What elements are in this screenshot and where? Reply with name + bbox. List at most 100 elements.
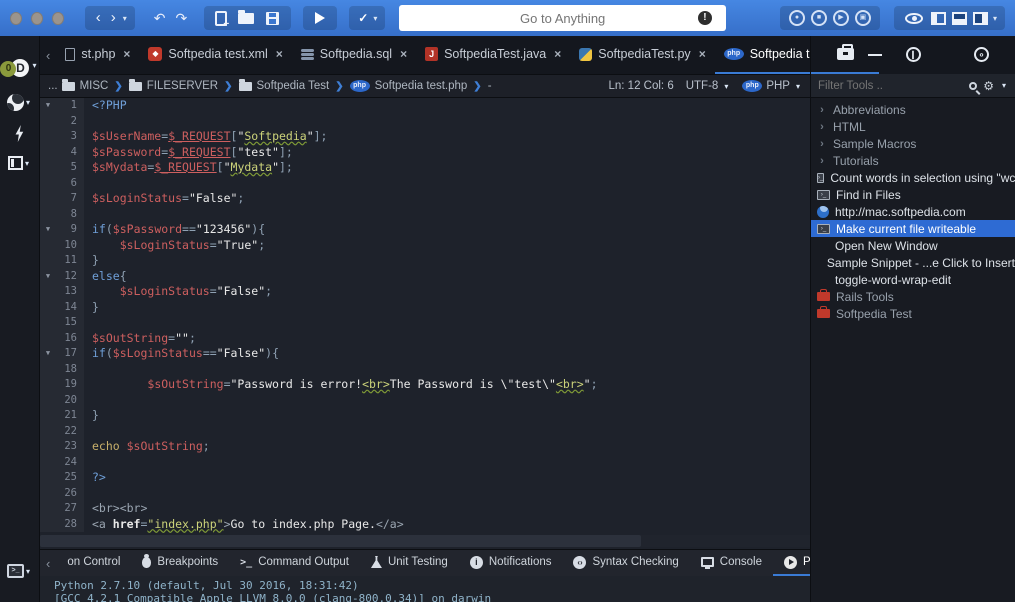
scrollbar-thumb[interactable]: [40, 535, 641, 547]
tool-item-toggle-word-wrap-edit[interactable]: toggle-word-wrap-edit: [811, 271, 1015, 288]
bottom-tab-breakpoints[interactable]: Breakpoints: [131, 550, 229, 576]
editor-tab-st-php[interactable]: st.php×: [56, 36, 139, 74]
macro-save-icon[interactable]: ▣: [855, 10, 871, 26]
terminal-button[interactable]: >_ ▾: [7, 564, 32, 578]
fold-arrow-icon[interactable]: ▼: [40, 346, 56, 362]
panel-toggle-button[interactable]: ▾: [8, 156, 31, 170]
code-text[interactable]: echo $sOutString;: [84, 439, 210, 455]
code-text[interactable]: $sLoginStatus="True";: [84, 238, 265, 254]
filter-tools-input[interactable]: [818, 80, 963, 92]
save-icon[interactable]: [266, 12, 279, 25]
code-text[interactable]: $sPassword=$_REQUEST["test"];: [84, 145, 293, 161]
gear-caret-icon[interactable]: ▾: [1000, 81, 1008, 90]
fold-arrow-icon[interactable]: ▼: [40, 269, 56, 285]
tool-item-open-new-window[interactable]: Open New Window: [811, 237, 1015, 254]
minimize-window-button[interactable]: [31, 12, 43, 25]
bottom-tab-console[interactable]: Console: [690, 550, 773, 576]
nav-history-caret-icon[interactable]: ▾: [121, 14, 129, 23]
code-text[interactable]: }: [84, 408, 99, 424]
close-tab-icon[interactable]: ×: [554, 47, 561, 61]
places-button[interactable]: ▾: [7, 94, 32, 111]
editor-tab-softpediatest-java[interactable]: SoftpediaTest.java×: [416, 36, 570, 74]
tool-item-make-current-file-writeable[interactable]: Make current file writeable: [811, 220, 1015, 237]
breadcrumb-item-fileserver[interactable]: FILESERVER: [129, 80, 218, 92]
code-text[interactable]: [84, 176, 92, 192]
bottom-tab-syntax-checking[interactable]: ‹›Syntax Checking: [562, 550, 689, 576]
horizontal-scrollbar[interactable]: [40, 535, 810, 547]
close-tab-icon[interactable]: ×: [400, 47, 407, 61]
code-text[interactable]: $sOutString="";: [84, 331, 196, 347]
maximize-window-button[interactable]: [52, 12, 64, 25]
bottom-tab-on-control[interactable]: on Control: [56, 550, 131, 576]
code-text[interactable]: if($sLoginStatus=="False"){: [84, 346, 279, 362]
tool-item-rails-tools[interactable]: Rails Tools: [811, 288, 1015, 305]
komodo-caret-icon[interactable]: ▾: [30, 61, 38, 70]
editor-tab-softpediatest-py[interactable]: SoftpediaTest.py×: [570, 36, 714, 74]
tool-item-softpedia-test[interactable]: Softpedia Test: [811, 305, 1015, 322]
macro-play-icon[interactable]: ▶: [833, 10, 849, 26]
close-tab-icon[interactable]: ×: [123, 47, 130, 61]
search-info-icon[interactable]: !: [698, 11, 712, 25]
quick-actions-button[interactable]: [14, 125, 25, 142]
new-file-icon[interactable]: [215, 11, 227, 26]
panel-caret-icon[interactable]: ▾: [23, 159, 31, 168]
code-text[interactable]: $sLoginStatus="False";: [84, 284, 272, 300]
language-selector[interactable]: PHP ▾: [742, 80, 802, 92]
terminal-caret-icon[interactable]: ▾: [24, 567, 32, 576]
sync-panel-tab[interactable]: ❙: [879, 36, 947, 74]
gear-icon[interactable]: ⚙: [983, 79, 994, 93]
toggle-bottom-pane-icon[interactable]: [952, 12, 967, 25]
code-text[interactable]: [84, 362, 92, 378]
macro-record-icon[interactable]: ●: [789, 10, 805, 26]
code-text[interactable]: }: [84, 253, 99, 269]
close-tab-icon[interactable]: ×: [276, 47, 283, 61]
bottom-tab-unit-testing[interactable]: Unit Testing: [360, 550, 459, 576]
encoding-selector[interactable]: UTF-8 ▾: [686, 80, 731, 92]
code-text[interactable]: if($sPassword=="123456"){: [84, 222, 265, 238]
line-col-indicator[interactable]: Ln: 12 Col: 6: [609, 80, 674, 92]
code-text[interactable]: [84, 315, 92, 331]
places-caret-icon[interactable]: ▾: [24, 98, 32, 107]
code-text[interactable]: $sUserName=$_REQUEST["Softpedia"];: [84, 129, 327, 145]
tool-item-http-mac-softpedia-com[interactable]: http://mac.softpedia.com: [811, 203, 1015, 220]
code-text[interactable]: ?>: [84, 470, 106, 486]
tool-item-html[interactable]: ›HTML: [811, 118, 1015, 135]
toggle-left-pane-icon[interactable]: [931, 12, 946, 25]
close-window-button[interactable]: [10, 12, 22, 25]
view-caret-icon[interactable]: ▾: [991, 14, 999, 23]
bottom-tab-scroll-left-icon[interactable]: ‹: [40, 556, 56, 571]
code-text[interactable]: [84, 455, 92, 471]
code-text[interactable]: }: [84, 300, 99, 316]
tool-item-tutorials[interactable]: ›Tutorials: [811, 152, 1015, 169]
code-text[interactable]: $sMydata=$_REQUEST["Mydata"];: [84, 160, 293, 176]
code-text[interactable]: [84, 207, 92, 223]
code-text[interactable]: $sOutString="Password is error!<br>The P…: [84, 377, 598, 393]
breadcrumb-item-softpedia-test-php[interactable]: Softpedia test.php: [350, 80, 468, 92]
breadcrumb-item-misc[interactable]: MISC: [62, 80, 109, 92]
editor-tab-softpedia-sql[interactable]: Softpedia.sql×: [292, 36, 416, 74]
tool-item-abbreviations[interactable]: ›Abbreviations: [811, 101, 1015, 118]
back-button[interactable]: ‹: [91, 7, 106, 29]
code-editor[interactable]: ▼1<?PHP23$sUserName=$_REQUEST["Softpedia…: [40, 98, 810, 549]
bottom-tab-notifications[interactable]: iNotifications: [459, 550, 563, 576]
search-icon[interactable]: [969, 82, 977, 90]
code-text[interactable]: [84, 114, 92, 130]
bottom-tab-command-output[interactable]: >_Command Output: [229, 550, 360, 576]
fold-arrow-icon[interactable]: ▼: [40, 98, 56, 114]
macro-stop-icon[interactable]: ■: [811, 10, 827, 26]
python-shell-console[interactable]: Python 2.7.10 (default, Jul 30 2016, 18:…: [40, 576, 810, 602]
code-text[interactable]: else{: [84, 269, 127, 285]
forward-button[interactable]: ›: [106, 7, 121, 29]
code-text[interactable]: [84, 424, 92, 440]
fold-arrow-icon[interactable]: ▼: [40, 222, 56, 238]
open-file-icon[interactable]: [238, 13, 254, 24]
breadcrumb-overflow[interactable]: ...: [48, 80, 58, 92]
komodo-dynamic-button[interactable]: 0 D ▾: [0, 50, 38, 80]
check-icon[interactable]: ✓: [355, 11, 371, 25]
breadcrumb-item-[interactable]: -: [488, 80, 492, 92]
code-text[interactable]: [84, 486, 92, 502]
tool-item-count-words-in-selection-using-wc[interactable]: Count words in selection using "wc": [811, 169, 1015, 186]
check-caret-icon[interactable]: ▾: [371, 14, 379, 23]
undo-button[interactable]: ↶: [149, 10, 171, 27]
tool-item-find-in-files[interactable]: Find in Files: [811, 186, 1015, 203]
